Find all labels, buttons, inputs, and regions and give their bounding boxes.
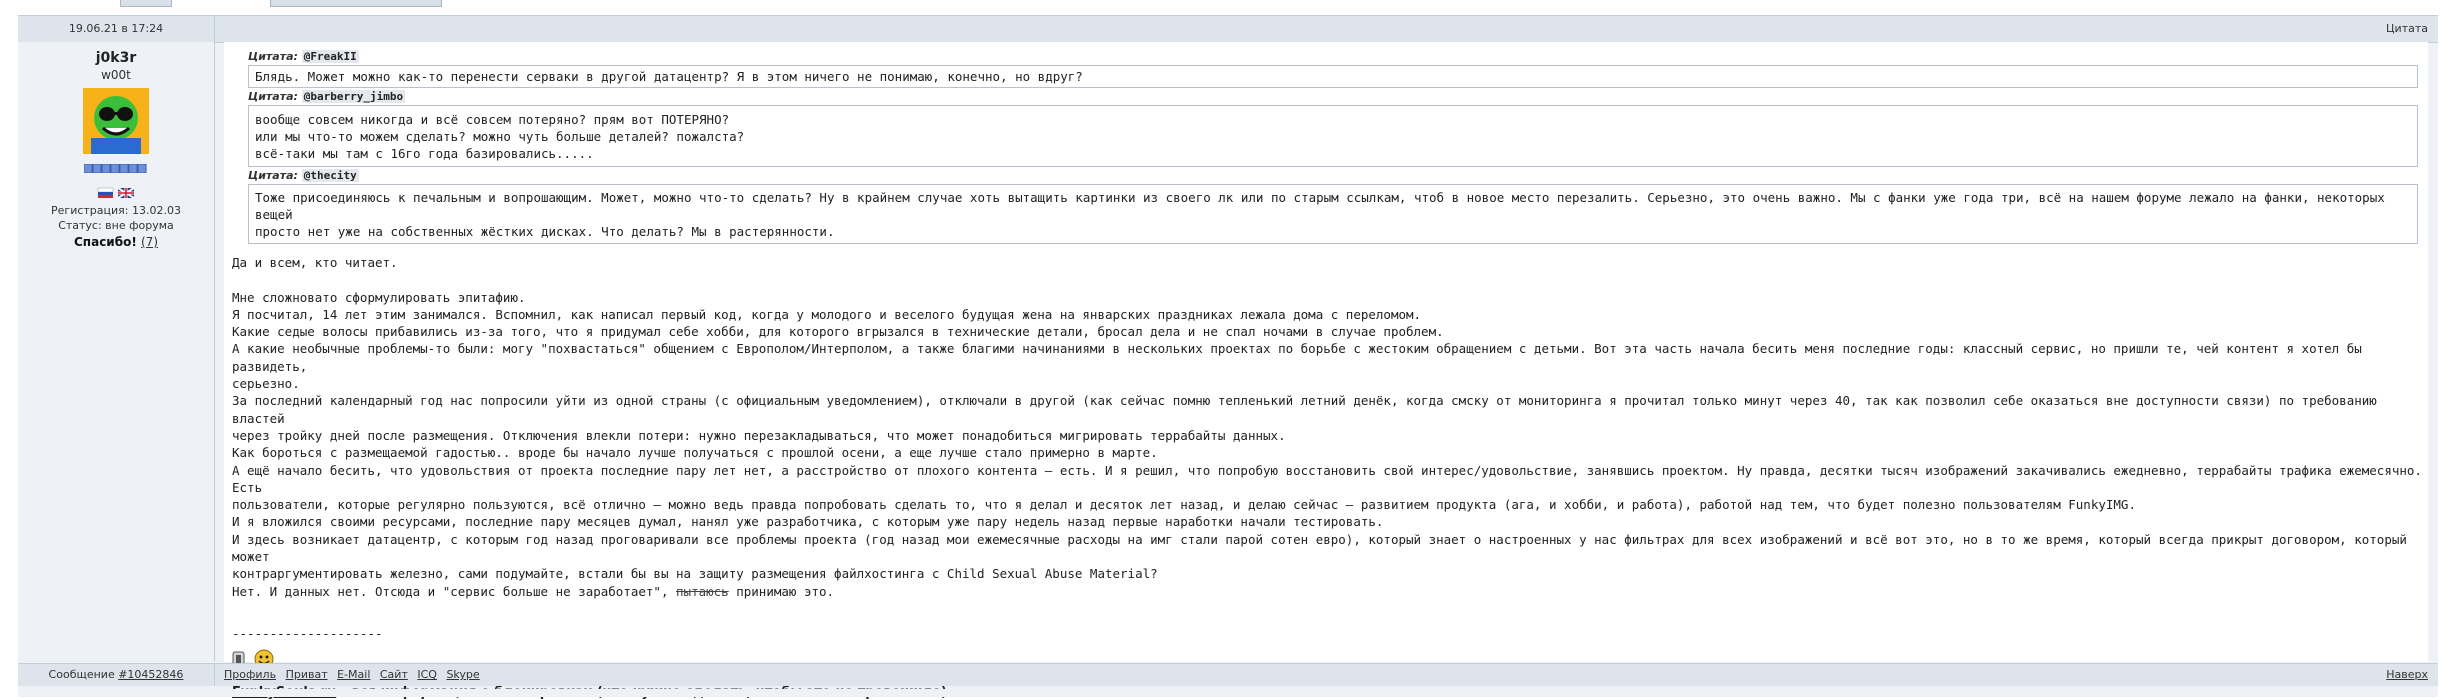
message-number: Сообщение #10452846 [18, 664, 215, 686]
struck-word: пытаюсь [676, 583, 729, 599]
message-line: пользователи, которые регулярно пользуют… [232, 497, 2136, 513]
private-message-link[interactable]: Приват [286, 668, 328, 681]
quote-author[interactable]: @FreakII [301, 50, 359, 63]
message-line: Мне сложновато сформулировать эпитафию. [232, 289, 526, 305]
quote-link[interactable]: Цитата [2386, 16, 2428, 42]
message-line: А ещё начало бесить, что удовольствия от… [232, 462, 2422, 495]
forum-post: 19.06.21 в 17:24 Цитата j0k3r w00t Регис… [18, 15, 2438, 700]
back-to-top-link[interactable]: Наверх [2386, 664, 2428, 686]
post-footer: Сообщение #10452846 Профиль Приват E-Mai… [18, 663, 2438, 686]
quote-line: всё-таки мы там с 16го года базировались… [255, 146, 594, 161]
quote-author[interactable]: @barberry_jimbo [301, 90, 406, 103]
thanks-block: Спасибо! (7) [18, 235, 214, 249]
post-body: Цитата: @FreakII Блядь. Может можно как-… [224, 42, 2428, 700]
quote-label: Цитата: @thecity [248, 169, 359, 182]
next-post-strip [18, 689, 2438, 697]
quote-line: или мы что-то можем сделать? можно чуть … [255, 129, 745, 144]
quote-label: Цитата: @FreakII [248, 50, 359, 63]
profile-link[interactable]: Профиль [224, 668, 276, 681]
message-line: За последний календарный год нас попроси… [232, 393, 2377, 426]
user-panel: j0k3r w00t Регистрация: 13.02.03 Статус:… [18, 42, 215, 662]
username[interactable]: j0k3r [18, 50, 214, 66]
message-line: А какие необычные проблемы-то были: могу… [232, 341, 2362, 374]
message-line: контраргументировать железно, сами подум… [232, 566, 1158, 582]
quote-line: Тоже присоединяюсь к печальным и вопроша… [255, 190, 2385, 222]
message-line: серьезно. [232, 376, 300, 392]
message-text: Да и всем, кто читает. Мне сложновато сф… [232, 254, 2422, 600]
user-rank: w00t [101, 68, 131, 82]
prev-footer-cell [270, 0, 442, 7]
quote-line: Блядь. Может можно как-то перенести серв… [255, 69, 1083, 84]
message-line: Я посчитал, 14 лет этим занимался. Вспом… [232, 306, 1422, 322]
website-link[interactable]: Сайт [380, 668, 408, 681]
thanks-label: Спасибо! [74, 235, 137, 249]
message-line: И здесь возникает датацентр, с которым г… [232, 531, 2407, 565]
online-status: Статус: вне форума [58, 219, 174, 232]
message-line: Да и всем, кто читает. [232, 255, 398, 270]
quote-box: Блядь. Может можно как-то перенести серв… [248, 65, 2418, 88]
message-line: Какие седые волосы прибавились из-за тог… [232, 324, 1444, 340]
previous-post-footer-strip [0, 0, 2456, 8]
message-line: И я вложился своими ресурсами, последние… [232, 514, 1384, 530]
country-flags-icon [97, 187, 135, 199]
skype-link[interactable]: Skype [446, 668, 479, 681]
quote-box: Тоже присоединяюсь к печальным и вопроша… [248, 184, 2418, 244]
avatar[interactable] [83, 88, 149, 154]
quote-box: вообще совсем никогда и всё совсем потер… [248, 105, 2418, 167]
thanks-count-link[interactable]: (7) [141, 235, 158, 249]
quote-line: вообще совсем никогда и всё совсем потер… [255, 112, 730, 127]
message-permalink[interactable]: #10452846 [118, 668, 183, 681]
signature-separator: -------------------- [232, 625, 383, 641]
quote-label: Цитата: @barberry_jimbo [248, 90, 406, 103]
message-line: Как бороться с размещаемой гадостью.. вр… [232, 445, 1158, 461]
icq-link[interactable]: ICQ [417, 668, 437, 681]
prev-footer-cell [120, 0, 172, 7]
email-link[interactable]: E-Mail [337, 668, 370, 681]
quote-line: просто нет уже на собственных жёстких ди… [255, 224, 835, 239]
message-line: через тройку дней после размещения. Откл… [232, 427, 1286, 443]
footer-links: Профиль Приват E-Mail Сайт ICQ Skype [224, 664, 486, 686]
post-date: 19.06.21 в 17:24 [18, 16, 215, 42]
reputation-bar [84, 164, 147, 173]
message-last-line: Нет. И данных нет. Отсюда и "сервис боль… [232, 583, 835, 599]
post-header: 19.06.21 в 17:24 Цитата [18, 15, 2438, 43]
quote-author[interactable]: @thecity [301, 169, 359, 182]
registration-date: Регистрация: 13.02.03 [51, 204, 181, 217]
